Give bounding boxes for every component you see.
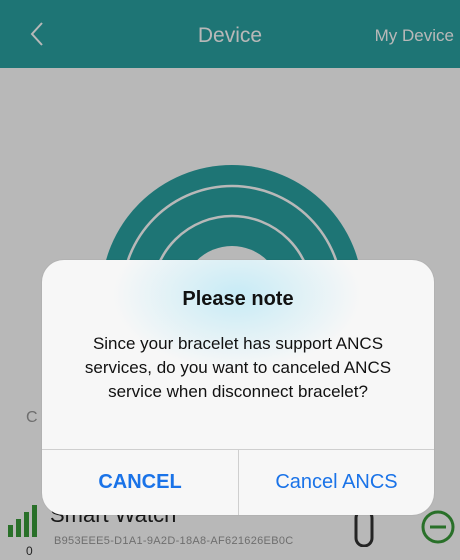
alert-dialog: Please note Since your bracelet has supp…	[42, 260, 434, 515]
cancel-button[interactable]: CANCEL	[42, 450, 238, 515]
cancel-ancs-button[interactable]: Cancel ANCS	[239, 450, 434, 515]
alert-message: Since your bracelet has support ANCS ser…	[84, 334, 392, 401]
alert-title: Please note	[182, 288, 294, 310]
